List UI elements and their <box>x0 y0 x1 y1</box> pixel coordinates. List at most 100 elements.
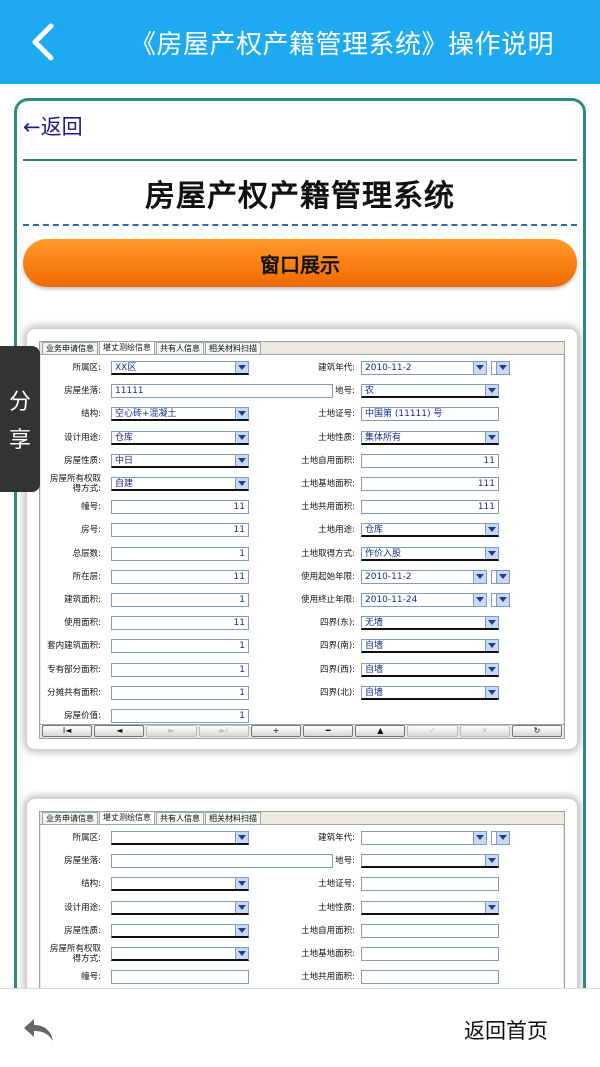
form-input[interactable]: 1 <box>111 685 249 700</box>
date-picker-button[interactable] <box>491 361 510 375</box>
nav-button[interactable]: ━ <box>303 725 354 737</box>
top-bar: 《房屋产权产籍管理系统》操作说明 <box>0 0 600 84</box>
form-select[interactable]: 无墙 <box>361 616 499 631</box>
chevron-down-icon <box>488 666 496 672</box>
form-select[interactable]: 自建 <box>111 477 249 491</box>
form-label: 土地共用面积: <box>301 972 355 983</box>
nav-button[interactable]: + <box>250 725 302 737</box>
form-select[interactable]: 2010-11-2 <box>361 569 487 584</box>
form-select[interactable]: 中日 <box>111 453 249 468</box>
chevron-down-icon <box>488 904 496 910</box>
form-select[interactable] <box>111 900 249 915</box>
form-input[interactable]: 11 <box>361 453 499 468</box>
chevron-down-icon <box>499 597 507 602</box>
form-select[interactable]: 仓库 <box>111 430 249 445</box>
window-tab[interactable]: 堪丈测绘信息 <box>99 342 155 354</box>
chevron-down-icon <box>238 434 246 440</box>
chevron-down-icon <box>238 835 246 840</box>
form-input[interactable]: 1 <box>111 709 249 723</box>
form-label: 结构: <box>81 879 101 890</box>
chevron-down-icon <box>488 434 496 440</box>
form-label: 所属区: <box>72 363 101 373</box>
form-label: 地号: <box>335 386 355 397</box>
form-input[interactable] <box>111 970 249 985</box>
form-label: 设计用途: <box>64 902 101 913</box>
form-select[interactable] <box>111 831 249 845</box>
back-link[interactable]: ←返回 <box>23 111 83 141</box>
share-button[interactable]: 分 享 <box>0 346 40 492</box>
form-select[interactable]: 2010-11-2 <box>361 361 487 375</box>
form-input[interactable] <box>361 923 499 938</box>
form-label: 土地共用面积: <box>301 502 355 513</box>
chevron-down-icon <box>476 835 484 840</box>
chevron-down-icon <box>499 573 507 579</box>
nav-button[interactable]: ► <box>146 725 197 737</box>
form-input[interactable]: 111 <box>361 500 499 515</box>
window-tab[interactable]: 相关材料扫描 <box>205 812 261 824</box>
form-input[interactable] <box>361 877 499 892</box>
form-input[interactable]: 11 <box>111 616 249 631</box>
form-select[interactable] <box>111 923 249 938</box>
form-select[interactable] <box>111 877 249 892</box>
nav-button[interactable]: ✕ <box>459 725 510 737</box>
form-label: 幢号: <box>81 502 101 513</box>
form-select[interactable]: 自墙 <box>361 639 499 654</box>
nav-button[interactable]: ↻ <box>511 725 563 737</box>
nav-button[interactable]: ✓ <box>407 725 458 737</box>
window-tab[interactable]: 业务申请信息 <box>42 812 98 824</box>
chevron-down-icon <box>488 620 496 626</box>
app-window-filled: 业务申请信息 堪丈测绘信息 共有人信息 相关材料扫描所属区: XX区 建筑年代: 2010-… <box>39 341 565 739</box>
form-select[interactable]: 空心砖+混凝土 <box>111 407 249 422</box>
content-card: ←返回 房屋产权产籍管理系统 窗口展示 业务申请信息 堪丈测绘信息 共有人信息 相关材… <box>14 98 586 998</box>
form-input[interactable]: 中国第 (11111) 号 <box>361 407 499 422</box>
form-input[interactable]: 11 <box>111 500 249 515</box>
undo-back-button[interactable] <box>22 1015 56 1049</box>
form-label: 地号: <box>335 856 355 867</box>
dashed-divider <box>23 224 577 226</box>
home-link[interactable]: 返回首页 <box>464 1015 548 1045</box>
date-picker-button[interactable] <box>491 569 510 584</box>
form-label: 所属区: <box>72 833 101 843</box>
window-tab[interactable]: 共有人信息 <box>156 342 204 354</box>
form-select[interactable]: 自墙 <box>361 662 499 677</box>
window-form: 所属区: XX区 建筑年代: 2010-11-2 房屋坐落: 11111 地号: 农结构: 空心… <box>41 355 563 733</box>
form-select[interactable] <box>361 854 499 869</box>
form-input[interactable]: 1 <box>111 593 249 607</box>
window-tab[interactable]: 堪丈测绘信息 <box>99 812 155 824</box>
form-input[interactable]: 1 <box>111 639 249 654</box>
nav-button[interactable]: ◄ <box>94 725 145 737</box>
form-label: 结构: <box>81 409 101 420</box>
form-select[interactable]: 2010-11-24 <box>361 593 487 607</box>
app-window-empty: 业务申请信息 堪丈测绘信息 共有人信息 相关材料扫描 所属区: 建筑年代: 房屋坐落: 地号:… <box>39 811 565 998</box>
nav-button[interactable]: I◄ <box>42 725 93 737</box>
form-input[interactable]: 11 <box>111 523 249 538</box>
window-tab[interactable]: 业务申请信息 <box>42 342 98 354</box>
form-input[interactable]: 11 <box>111 569 249 584</box>
form-select[interactable]: 作价入股 <box>361 546 499 561</box>
form-label: 土地自用面积: <box>301 925 355 936</box>
chevron-down-icon <box>499 365 507 370</box>
nav-button[interactable]: ▲ <box>355 725 406 737</box>
date-picker-button[interactable] <box>491 831 510 845</box>
form-input[interactable]: 111 <box>361 477 499 491</box>
form-select[interactable] <box>361 900 499 915</box>
form-label: 建筑年代: <box>318 363 355 373</box>
form-select[interactable]: XX区 <box>111 361 249 375</box>
window-tab[interactable]: 共有人信息 <box>156 812 204 824</box>
form-select[interactable] <box>361 831 487 845</box>
form-select[interactable]: 集体所有 <box>361 430 499 445</box>
form-label: 建筑面积: <box>64 595 101 605</box>
form-input[interactable] <box>361 947 499 961</box>
form-select[interactable]: 仓库 <box>361 523 499 538</box>
date-picker-button[interactable] <box>491 593 510 607</box>
window-tab[interactable]: 相关材料扫描 <box>205 342 261 354</box>
form-input[interactable] <box>361 970 499 985</box>
nav-button[interactable]: ►I <box>198 725 249 737</box>
form-input[interactable]: 1 <box>111 546 249 561</box>
form-select[interactable] <box>111 947 249 961</box>
form-select[interactable]: 自墙 <box>361 685 499 700</box>
form-select[interactable]: 农 <box>361 384 499 399</box>
chevron-down-icon <box>238 881 246 887</box>
form-label: 土地基地面积: <box>301 479 355 489</box>
form-input[interactable]: 1 <box>111 662 249 677</box>
